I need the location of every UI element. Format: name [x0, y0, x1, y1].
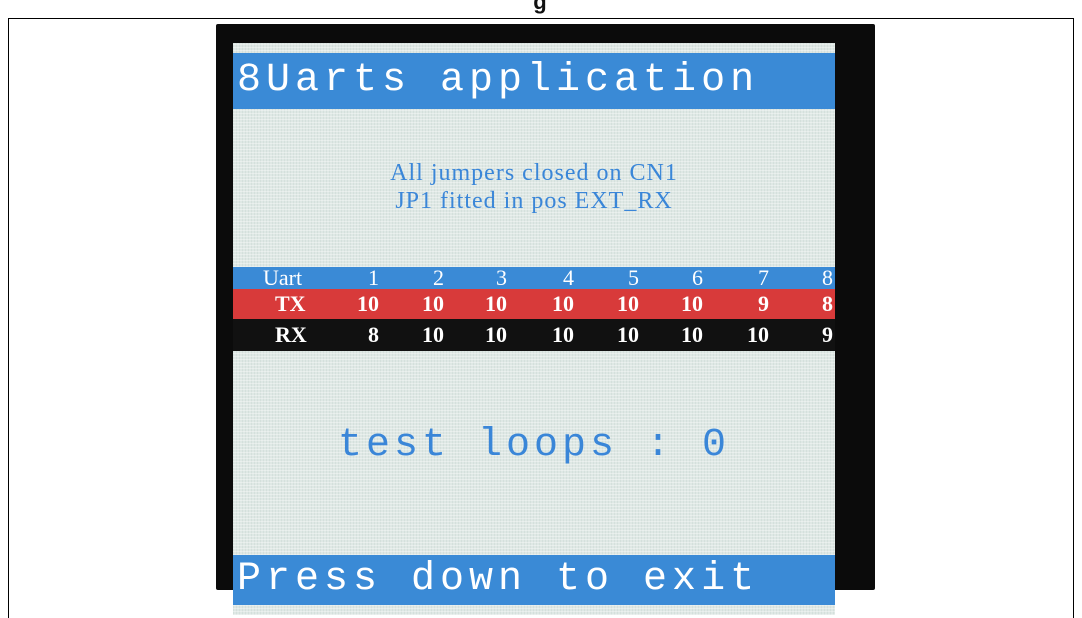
exit-hint: Press down to exit — [237, 557, 760, 602]
rx-values: 8 10 10 10 10 10 10 9 — [233, 319, 835, 351]
test-loops-counter: test loops : 0 — [337, 423, 731, 468]
tx-value-cell: 10 — [617, 291, 639, 316]
tx-row: TX 10 10 10 10 10 10 9 8 — [233, 289, 835, 319]
exit-hint-bar: Press down to exit — [233, 555, 835, 605]
rx-value-cell: 8 — [368, 322, 379, 347]
jumper-note-line: All jumpers closed on CN1 — [390, 160, 678, 186]
lcd-screen: 8Uarts application All jumpers closed on… — [233, 43, 835, 615]
uart-table: Uart 12345678 TX 10 10 10 10 10 10 9 8 RX 8 10 10… — [233, 267, 835, 351]
uart-column-number: 6 — [692, 265, 703, 290]
uart-column-number: 4 — [563, 265, 574, 290]
tx-value-cell: 9 — [758, 291, 769, 316]
uart-column-number: 1 — [368, 265, 379, 290]
rx-value-cell: 10 — [552, 322, 574, 347]
tx-values: 10 10 10 10 10 10 9 8 — [233, 289, 835, 319]
rx-value-cell: 10 — [747, 322, 769, 347]
uart-column-number: 8 — [822, 265, 833, 290]
uart-column-number: 5 — [628, 265, 639, 290]
rx-value-cell: 10 — [617, 322, 639, 347]
lcd-device: 8Uarts application All jumpers closed on… — [216, 24, 875, 615]
tx-value-cell: 10 — [552, 291, 574, 316]
tx-value-cell: 10 — [357, 291, 379, 316]
rx-value-cell: 9 — [822, 322, 833, 347]
rx-value-cell: 10 — [422, 322, 444, 347]
uart-column-number: 7 — [758, 265, 769, 290]
rx-value-cell: 10 — [485, 322, 507, 347]
tx-value-cell: 10 — [681, 291, 703, 316]
jumper-note-line: JP1 fitted in pos EXT_RX — [395, 188, 673, 214]
uart-column-number: 2 — [433, 265, 444, 290]
app-title: 8Uarts application — [237, 58, 760, 103]
tx-value-cell: 8 — [822, 291, 833, 316]
tx-value-cell: 10 — [485, 291, 507, 316]
uart-column-number: 3 — [496, 265, 507, 290]
uart-column-numbers: 1 2 3 4 5 6 7 8 — [233, 267, 835, 289]
figure-caption: g — [533, 0, 547, 14]
uart-header-row: Uart 12345678 — [233, 267, 835, 289]
tx-value-cell: 10 — [422, 291, 444, 316]
jumper-instructions: All jumpers closed on CN1 JP1 fitted in … — [233, 159, 835, 215]
rx-row: RX 8 10 10 10 10 10 10 9 — [233, 319, 835, 351]
rx-value-cell: 10 — [681, 322, 703, 347]
app-title-bar: 8Uarts application — [233, 53, 835, 109]
